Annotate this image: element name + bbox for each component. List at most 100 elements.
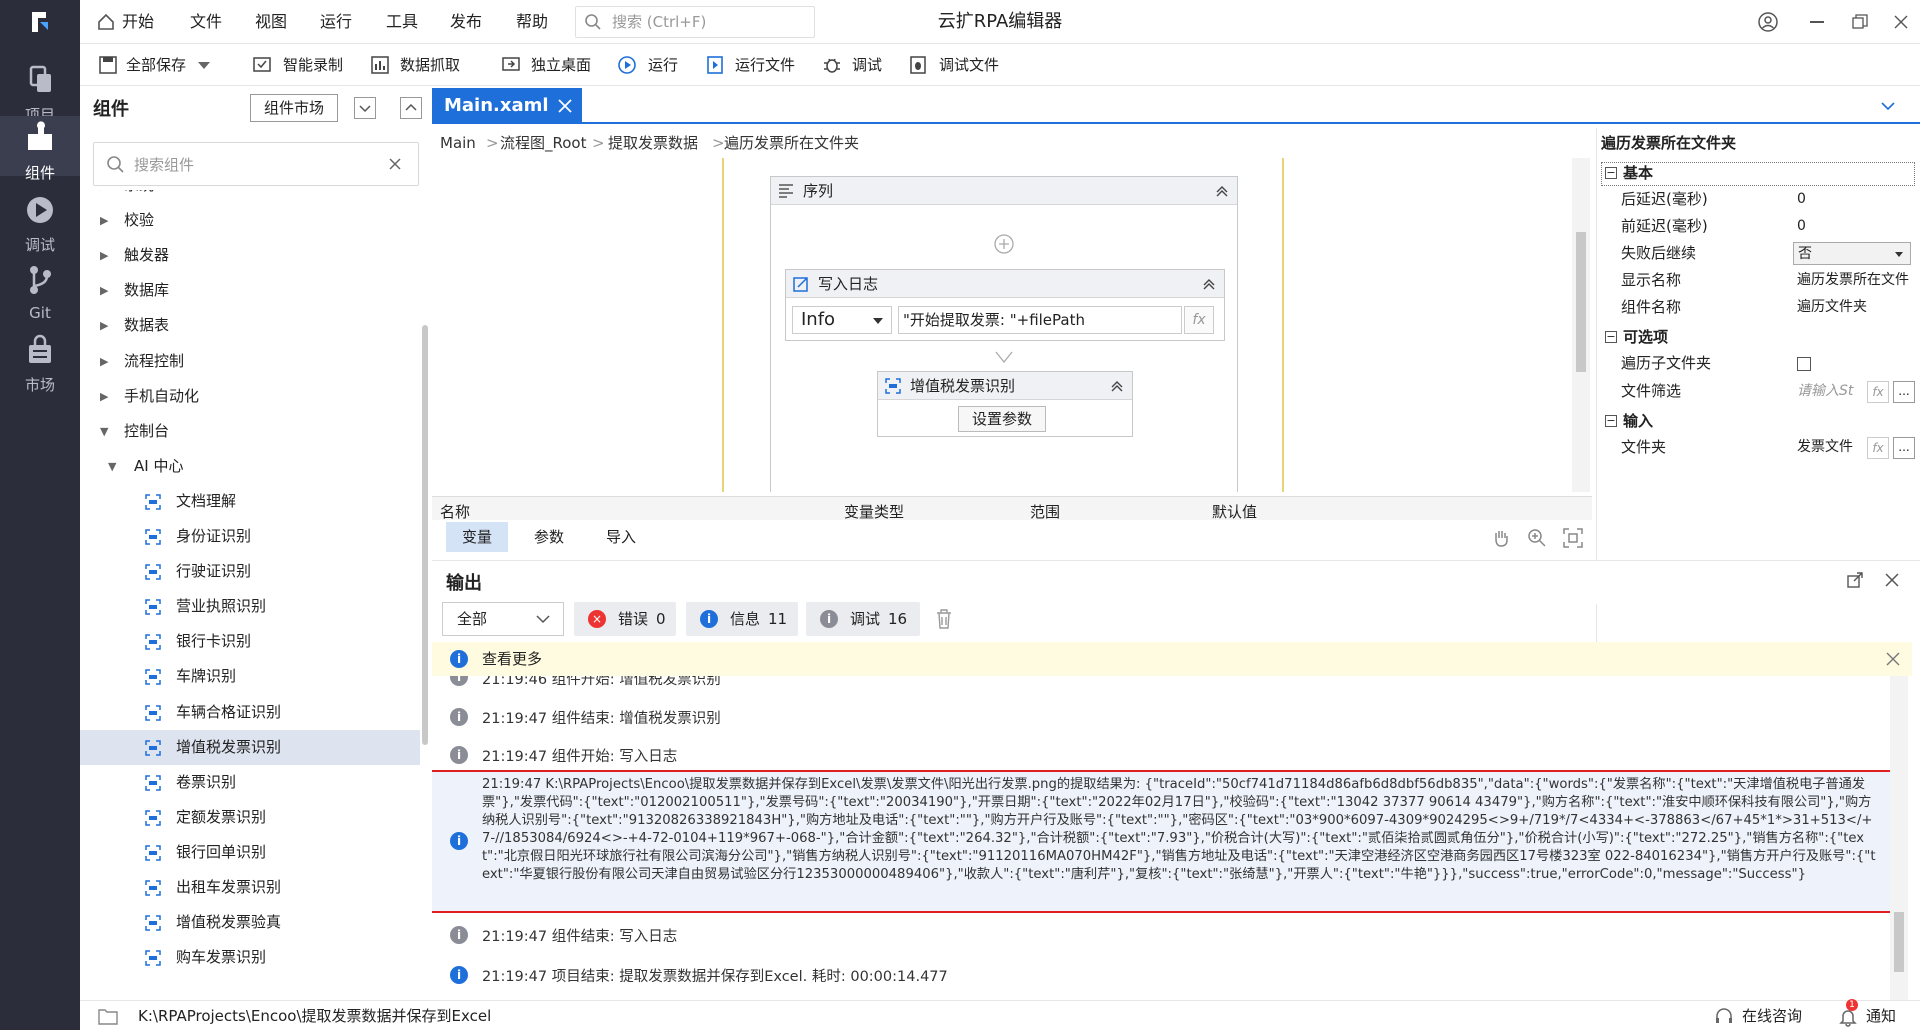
collapse-group-icon[interactable]: − [1605, 415, 1617, 427]
smart-record-button[interactable]: 智能录制 [283, 44, 343, 86]
menu-help[interactable]: 帮助 [516, 0, 548, 44]
rail-item-debug[interactable]: 调试 [0, 180, 80, 258]
tree-item[interactable]: 增值税发票识别 [80, 729, 420, 765]
tree-item[interactable]: 车牌识别 [80, 659, 420, 694]
menu-view[interactable]: 视图 [255, 0, 287, 44]
tree-item[interactable]: ▶ 数据库 [80, 273, 420, 308]
breadcrumb-item[interactable]: 提取发票数据 [608, 128, 698, 158]
tree-item[interactable]: 营业执照识别 [80, 589, 420, 624]
component-tree-scrollbar[interactable] [422, 325, 428, 745]
notifications-link[interactable]: 通知 [1866, 1001, 1896, 1030]
menu-publish[interactable]: 发布 [450, 0, 482, 44]
prop-value-input[interactable]: 发票文件 [1793, 436, 1863, 459]
tree-item[interactable]: ▶ 系统 [80, 190, 420, 203]
close-icon[interactable] [1893, 14, 1909, 30]
debug-file-button[interactable]: 调试文件 [939, 44, 999, 86]
vat-recognition-activity[interactable]: 增值税发票识别 设置参数 [877, 371, 1133, 437]
collapse-down-icon[interactable] [354, 97, 376, 119]
collapse-arrow-icon[interactable]: ▶ [100, 273, 108, 308]
zoom-icon[interactable] [1526, 527, 1548, 549]
collapse-group-icon[interactable]: − [1605, 331, 1617, 343]
run-button[interactable]: 运行 [648, 44, 678, 86]
collapse-arrow-icon[interactable]: ▶ [100, 308, 108, 343]
subfolder-checkbox[interactable] [1797, 357, 1811, 371]
rail-item-market[interactable]: 市场 [0, 320, 80, 398]
tab-arguments[interactable]: 参数 [518, 522, 580, 552]
data-scrape-button[interactable]: 数据抓取 [400, 44, 460, 86]
close-icon[interactable] [1886, 652, 1900, 666]
collapse-arrow-icon[interactable]: ▶ [100, 379, 108, 414]
global-search-input[interactable]: 搜索 (Ctrl+F) [575, 6, 815, 38]
output-log[interactable]: i 21:19:46 组件开始: 增值税发票识别 i 21:19:47 组件结束… [432, 676, 1894, 1000]
run-file-button[interactable]: 运行文件 [735, 44, 795, 86]
collapse-arrow-icon[interactable]: ▶ [100, 190, 108, 203]
menu-start[interactable]: 开始 [122, 0, 154, 44]
expand-arrow-icon[interactable]: ▼ [100, 414, 108, 449]
log-scrollbar[interactable] [1890, 676, 1908, 1000]
collapse-icon[interactable] [1110, 379, 1124, 393]
output-filter-select[interactable]: 全部 [442, 602, 564, 636]
collapse-icon[interactable] [1215, 184, 1229, 198]
standalone-desktop-button[interactable]: 独立桌面 [531, 44, 591, 86]
workflow-canvas[interactable]: 序列 写入日志 Info "开始提取发票: "+filePath fx 增值税发… [432, 158, 1592, 492]
online-consult-link[interactable]: 在线咨询 [1742, 1001, 1802, 1030]
collapse-arrow-icon[interactable]: ▶ [100, 344, 108, 379]
canvas-scrollbar[interactable] [1572, 158, 1590, 492]
group-optional[interactable]: − 可选项 [1597, 324, 1920, 351]
component-search-input[interactable]: 搜索组件 [93, 142, 419, 186]
tree-item[interactable]: 卷票识别 [80, 765, 420, 800]
collapse-icon[interactable] [1202, 277, 1216, 291]
breadcrumb-item[interactable]: 流程图_Root [500, 128, 587, 158]
rail-item-component[interactable]: 组件 [0, 116, 80, 182]
fit-screen-icon[interactable] [1562, 527, 1584, 549]
errors-filter-button[interactable]: × 错误 0 [574, 602, 676, 636]
write-log-activity[interactable]: 写入日志 Info "开始提取发票: "+filePath fx [785, 269, 1225, 341]
save-all-button[interactable]: 全部保存 [126, 44, 186, 86]
tree-item[interactable]: 增值税发票验真 [80, 905, 420, 940]
collapse-arrow-icon[interactable]: ▶ [100, 238, 108, 273]
tab-imports[interactable]: 导入 [590, 522, 652, 552]
minimize-icon[interactable] [1810, 21, 1824, 23]
tree-item[interactable]: ▶ 校验 [80, 203, 420, 238]
prop-value-input[interactable]: 请输入St [1793, 380, 1863, 403]
expression-editor-button[interactable]: fx [1867, 381, 1889, 403]
debug-button[interactable]: 调试 [852, 44, 882, 86]
group-basic[interactable]: − 基本 [1597, 160, 1920, 187]
browse-button[interactable]: ... [1893, 381, 1915, 403]
prop-value-input[interactable]: 遍历文件夹 [1793, 296, 1911, 319]
tree-item[interactable]: 购车发票识别 [80, 940, 420, 975]
see-more-banner[interactable]: i 查看更多 [432, 642, 1912, 676]
menu-run[interactable]: 运行 [320, 0, 352, 44]
log-scroll-thumb[interactable] [1894, 912, 1904, 972]
tree-item[interactable]: 银行卡识别 [80, 624, 420, 659]
breadcrumb-item[interactable]: Main [440, 128, 476, 158]
trash-icon[interactable] [934, 608, 954, 630]
collapse-group-icon[interactable]: − [1605, 167, 1617, 179]
chevron-down-icon[interactable] [198, 62, 210, 69]
tab-main-xaml[interactable]: Main.xaml [432, 88, 582, 124]
clear-icon[interactable] [388, 157, 402, 171]
set-params-button[interactable]: 设置参数 [958, 406, 1046, 432]
prop-value-input[interactable]: 0 [1793, 188, 1911, 211]
pan-hand-icon[interactable] [1490, 527, 1512, 549]
tree-item[interactable]: 行驶证识别 [80, 554, 420, 589]
debug-filter-button[interactable]: i 调试 16 [806, 602, 920, 636]
tree-item[interactable]: ▶ 数据表 [80, 308, 420, 343]
menu-tools[interactable]: 工具 [386, 0, 418, 44]
tree-item[interactable]: 出租车发票识别 [80, 870, 420, 905]
prop-value-input[interactable]: 0 [1793, 215, 1911, 238]
add-activity-icon[interactable] [993, 233, 1015, 255]
tree-item[interactable]: ▶ 流程控制 [80, 344, 420, 379]
browse-button[interactable]: ... [1893, 437, 1915, 459]
canvas-scroll-thumb[interactable] [1576, 232, 1586, 372]
tabs-dropdown-icon[interactable] [1878, 96, 1898, 116]
close-tab-icon[interactable] [558, 99, 572, 113]
prop-value-input[interactable]: 遍历发票所在文件 [1793, 269, 1911, 292]
popout-icon[interactable] [1846, 571, 1864, 589]
expand-arrow-icon[interactable]: ▼ [108, 449, 116, 484]
group-input[interactable]: − 输入 [1597, 408, 1920, 435]
tree-item[interactable]: 车辆合格证识别 [80, 695, 420, 730]
log-level-select[interactable]: Info [792, 306, 892, 334]
restore-icon[interactable] [1852, 14, 1868, 30]
component-market-button[interactable]: 组件市场 [250, 94, 338, 122]
